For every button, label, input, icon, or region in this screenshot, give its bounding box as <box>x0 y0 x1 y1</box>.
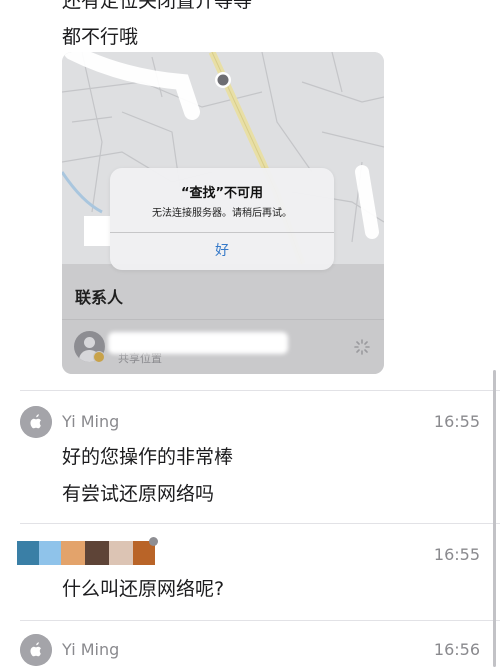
alert-ok-button[interactable]: 好 <box>110 232 334 270</box>
status-dot-icon <box>149 537 158 546</box>
redacted-sender-avatar <box>17 541 155 565</box>
apple-avatar-icon <box>20 406 52 438</box>
alert-title: “查找”不可用 <box>180 186 264 201</box>
sender-name: Yi Ming <box>62 412 120 431</box>
message-text-line: 都不行哦 <box>62 26 139 48</box>
sender-name: Yi Ming <box>62 640 120 659</box>
message-text-line: 还有定位关闭置介等等 <box>62 0 253 12</box>
message-divider <box>20 390 500 391</box>
contact-row[interactable]: 共享位置 <box>62 320 384 374</box>
message-time: 16:55 <box>433 412 480 431</box>
message-text-line: 有尝试还原网络吗 <box>62 483 215 505</box>
message-text-line: 好的您操作的非常棒 <box>62 446 234 468</box>
message-divider <box>20 523 500 524</box>
contacts-section-header: 联系人 <box>62 264 384 320</box>
contacts-title: 联系人 <box>75 288 124 307</box>
message-divider <box>20 620 500 621</box>
redacted-contact-name <box>108 332 288 354</box>
attached-screenshot[interactable]: 联系人 共享位置 “查找”不可用 无法连接服务器。请稍后再试。 好 <box>62 52 384 374</box>
alert-message: 无法连接服务器。请稍后再试。 <box>152 208 292 219</box>
message-time: 16:56 <box>433 640 480 659</box>
loading-spinner-icon <box>354 339 370 355</box>
scrollbar[interactable] <box>493 370 496 667</box>
message-time: 16:55 <box>433 545 480 564</box>
location-badge-icon <box>93 351 105 363</box>
alert-dialog: “查找”不可用 无法连接服务器。请稍后再试。 好 <box>110 168 334 270</box>
message-text-line: 什么叫还原网络呢? <box>62 578 225 600</box>
apple-avatar-icon <box>20 634 52 666</box>
